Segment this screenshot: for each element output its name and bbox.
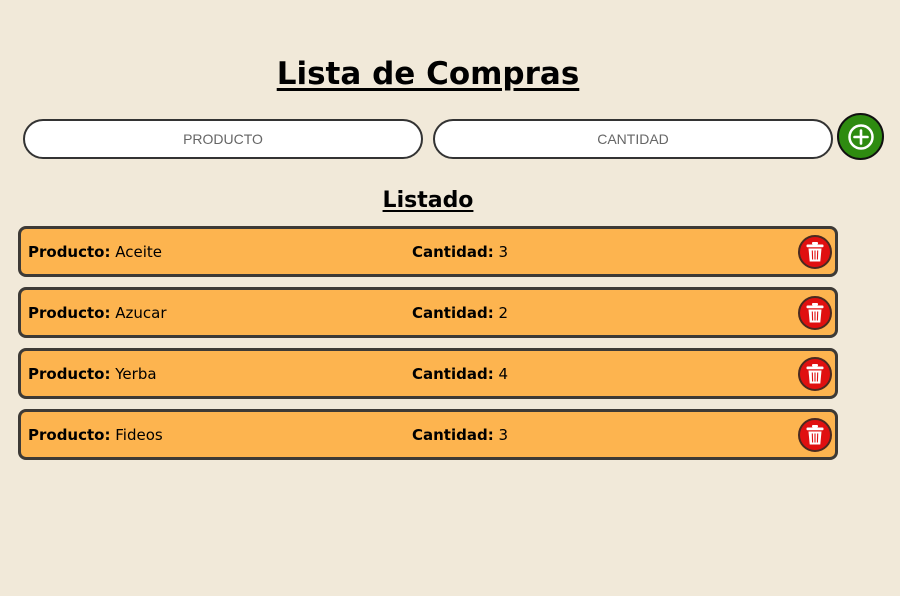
list-title: Listado (382, 188, 474, 213)
product-label: Producto: (28, 243, 111, 261)
delete-item-button[interactable] (798, 296, 832, 330)
product-value: Aceite (115, 243, 163, 261)
product-field: Producto: Azucar (28, 304, 167, 322)
delete-item-button[interactable] (798, 235, 832, 269)
page-title: Lista de Compras (276, 56, 580, 92)
trash-icon (806, 242, 824, 262)
plus-circle-icon (847, 123, 874, 150)
list-item: Producto: Azucar Cantidad: 2 (18, 287, 838, 338)
trash-icon (806, 425, 824, 445)
quantity-label: Cantidad: (412, 243, 494, 261)
quantity-value: 3 (498, 426, 509, 444)
product-field: Producto: Aceite (28, 243, 162, 261)
delete-item-button[interactable] (798, 418, 832, 452)
quantity-field: Cantidad: 3 (412, 243, 508, 261)
quantity-value: 2 (498, 304, 509, 322)
quantity-value: 4 (498, 365, 509, 383)
quantity-value: 3 (498, 243, 509, 261)
product-value: Fideos (115, 426, 163, 444)
product-field: Producto: Yerba (28, 365, 157, 383)
shopping-list: Producto: Aceite Cantidad: 3 Producto: A… (18, 226, 838, 470)
product-value: Azucar (115, 304, 167, 322)
product-field: Producto: Fideos (28, 426, 163, 444)
list-item: Producto: Yerba Cantidad: 4 (18, 348, 838, 399)
quantity-field: Cantidad: 3 (412, 426, 508, 444)
list-item: Producto: Fideos Cantidad: 3 (18, 409, 838, 460)
list-item: Producto: Aceite Cantidad: 3 (18, 226, 838, 277)
product-label: Producto: (28, 426, 111, 444)
delete-item-button[interactable] (798, 357, 832, 391)
quantity-label: Cantidad: (412, 304, 494, 322)
quantity-label: Cantidad: (412, 426, 494, 444)
trash-icon (806, 303, 824, 323)
quantity-field: Cantidad: 2 (412, 304, 508, 322)
product-label: Producto: (28, 365, 111, 383)
trash-icon (806, 364, 824, 384)
cantidad-input[interactable] (433, 119, 833, 159)
product-label: Producto: (28, 304, 111, 322)
product-value: Yerba (115, 365, 157, 383)
quantity-label: Cantidad: (412, 365, 494, 383)
quantity-field: Cantidad: 4 (412, 365, 508, 383)
producto-input[interactable] (23, 119, 423, 159)
add-item-button[interactable] (837, 113, 884, 160)
